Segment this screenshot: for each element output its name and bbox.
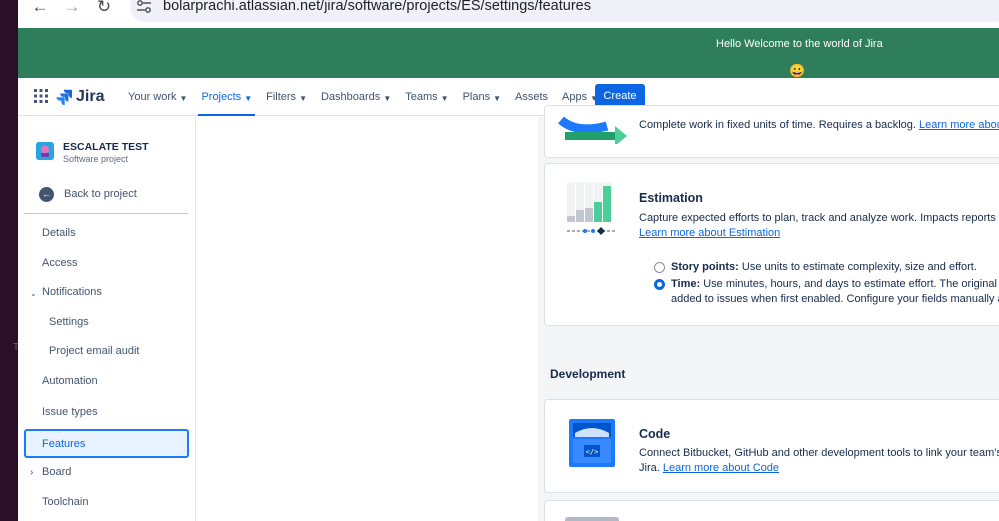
- sidebar-item-notification-settings[interactable]: Settings: [49, 316, 89, 328]
- time-label: Time:: [671, 278, 701, 290]
- browser-toolbar: ← → ↻ bolarprachi.atlassian.net/jira/sof…: [18, 0, 999, 28]
- app-switcher-icon[interactable]: [34, 89, 48, 103]
- jira-logo[interactable]: Jira: [56, 86, 104, 108]
- chevron-right-icon[interactable]: ›: [30, 467, 33, 478]
- sidebar-item-board[interactable]: Board: [42, 466, 71, 478]
- sprints-description: Complete work in fixed units of time. Re…: [639, 119, 999, 131]
- site-settings-icon[interactable]: [136, 0, 152, 14]
- nav-teams[interactable]: Teams ▼: [398, 78, 455, 116]
- nav-your-work[interactable]: Your work ▼: [121, 78, 194, 116]
- nav-filters[interactable]: Filters ▼: [259, 78, 314, 116]
- arrow-right-icon[interactable]: →: [62, 0, 82, 16]
- sidebar-divider: [24, 213, 188, 214]
- sprints-description-text: Complete work in fixed units of time. Re…: [639, 119, 916, 131]
- estimation-illustration-icon: [567, 182, 615, 235]
- nav-teams-label: Teams: [405, 91, 438, 103]
- nav-assets-label: Assets: [515, 91, 549, 103]
- nav-projects[interactable]: Projects ▼: [194, 78, 259, 116]
- chevron-down-icon[interactable]: ⌄: [30, 289, 37, 298]
- story-points-radio[interactable]: [654, 262, 665, 273]
- back-to-project-label: Back to project: [64, 188, 137, 200]
- project-avatar[interactable]: [36, 142, 54, 160]
- estimation-learn-more-link[interactable]: Learn more about Estimation: [639, 227, 780, 239]
- estimation-title: Estimation: [639, 191, 703, 205]
- code-learn-more-link[interactable]: Learn more about Code: [663, 462, 779, 474]
- development-section-title: Development: [550, 367, 626, 381]
- code-title: Code: [639, 427, 671, 441]
- svg-text:</>: </>: [586, 448, 599, 456]
- next-feature-illustration-icon: [565, 517, 619, 521]
- smiley-emoji-icon: 😀: [789, 63, 806, 78]
- code-card: </> Code Connect Bitbucket, GitHub and o…: [544, 399, 999, 493]
- time-option[interactable]: Time: Use minutes, hours, and days to es…: [671, 278, 999, 290]
- nav-dashboards-label: Dashboards: [320, 91, 381, 103]
- sidebar-item-automation[interactable]: Automation: [42, 375, 98, 387]
- estimation-description: Capture expected efforts to plan, track …: [639, 212, 999, 224]
- arrow-left-circle-icon: ←: [39, 186, 54, 202]
- next-feature-card: [544, 500, 999, 521]
- nav-dashboards[interactable]: Dashboards ▼: [314, 78, 398, 116]
- nav-apps-label: Apps: [562, 91, 588, 103]
- sidebar-item-access[interactable]: Access: [42, 257, 77, 269]
- chevron-down-icon: ▼: [299, 93, 307, 103]
- code-illustration-icon: </>: [569, 419, 615, 467]
- sidebar-item-project-email-audit[interactable]: Project email audit: [49, 345, 140, 357]
- desktop-edge: T: [0, 0, 19, 521]
- nav-plans-label: Plans: [462, 91, 491, 103]
- url-text[interactable]: bolarprachi.atlassian.net/jira/software/…: [163, 0, 591, 14]
- nav-projects-label: Projects: [201, 91, 242, 103]
- chevron-down-icon: ▼: [493, 93, 502, 103]
- project-type: Software project: [63, 154, 129, 164]
- back-to-project-link[interactable]: ← Back to project: [39, 186, 137, 202]
- announcement-banner: Hello Welcome to the world of Jira 😀: [18, 28, 999, 80]
- nav-menu: Your work ▼ Projects ▼ Filters ▼ Dashboards…: [121, 78, 605, 116]
- nav-filters-label: Filters: [266, 91, 297, 103]
- nav-your-work-label: Your work: [128, 91, 177, 103]
- sidebar-item-notifications[interactable]: Notifications: [42, 286, 102, 298]
- project-sidebar: ESCALATE TEST Software project ← Back to…: [18, 117, 196, 521]
- story-points-description: Use units to estimate complexity, size a…: [741, 261, 977, 273]
- jira-logo-text: Jira: [76, 88, 105, 105]
- jira-logo-icon: [56, 89, 72, 105]
- chevron-down-icon: ▼: [179, 93, 188, 103]
- project-name[interactable]: ESCALATE TEST: [63, 141, 149, 153]
- estimation-card: Estimation Capture expected efforts to p…: [544, 163, 999, 326]
- sidebar-item-features-label: Features: [42, 438, 86, 450]
- arrow-left-icon[interactable]: ←: [30, 0, 50, 16]
- time-radio[interactable]: [654, 279, 665, 290]
- sidebar-item-toolchain[interactable]: Toolchain: [42, 496, 88, 508]
- chevron-down-icon: ▼: [244, 93, 253, 103]
- chevron-down-icon: ▼: [440, 93, 449, 103]
- sprints-learn-more-link[interactable]: Learn more about: [919, 119, 999, 131]
- code-description-prefix: Jira.: [639, 462, 660, 474]
- chevron-down-icon: ▼: [383, 93, 392, 103]
- sidebar-item-issue-types[interactable]: Issue types: [42, 406, 98, 418]
- sidebar-item-details[interactable]: Details: [42, 227, 76, 239]
- story-points-option[interactable]: Story points: Use units to estimate comp…: [671, 261, 977, 273]
- code-description: Connect Bitbucket, GitHub and other deve…: [639, 447, 999, 459]
- sprints-illustration-icon: [558, 116, 627, 144]
- sidebar-item-features[interactable]: Features: [24, 429, 189, 458]
- banner-text: Hello Welcome to the world of Jira: [716, 38, 883, 50]
- sprints-card: Complete work in fixed units of time. Re…: [544, 105, 999, 158]
- time-description-line2: added to issues when first enabled. Conf…: [671, 293, 999, 305]
- reload-icon[interactable]: ↻: [94, 0, 114, 16]
- nav-plans[interactable]: Plans ▼: [456, 78, 508, 116]
- time-description: Use minutes, hours, and days to estimate…: [703, 278, 999, 290]
- code-description-line2: Jira. Learn more about Code: [639, 462, 779, 474]
- story-points-label: Story points:: [671, 261, 739, 273]
- project-avatar-icon: [36, 142, 54, 160]
